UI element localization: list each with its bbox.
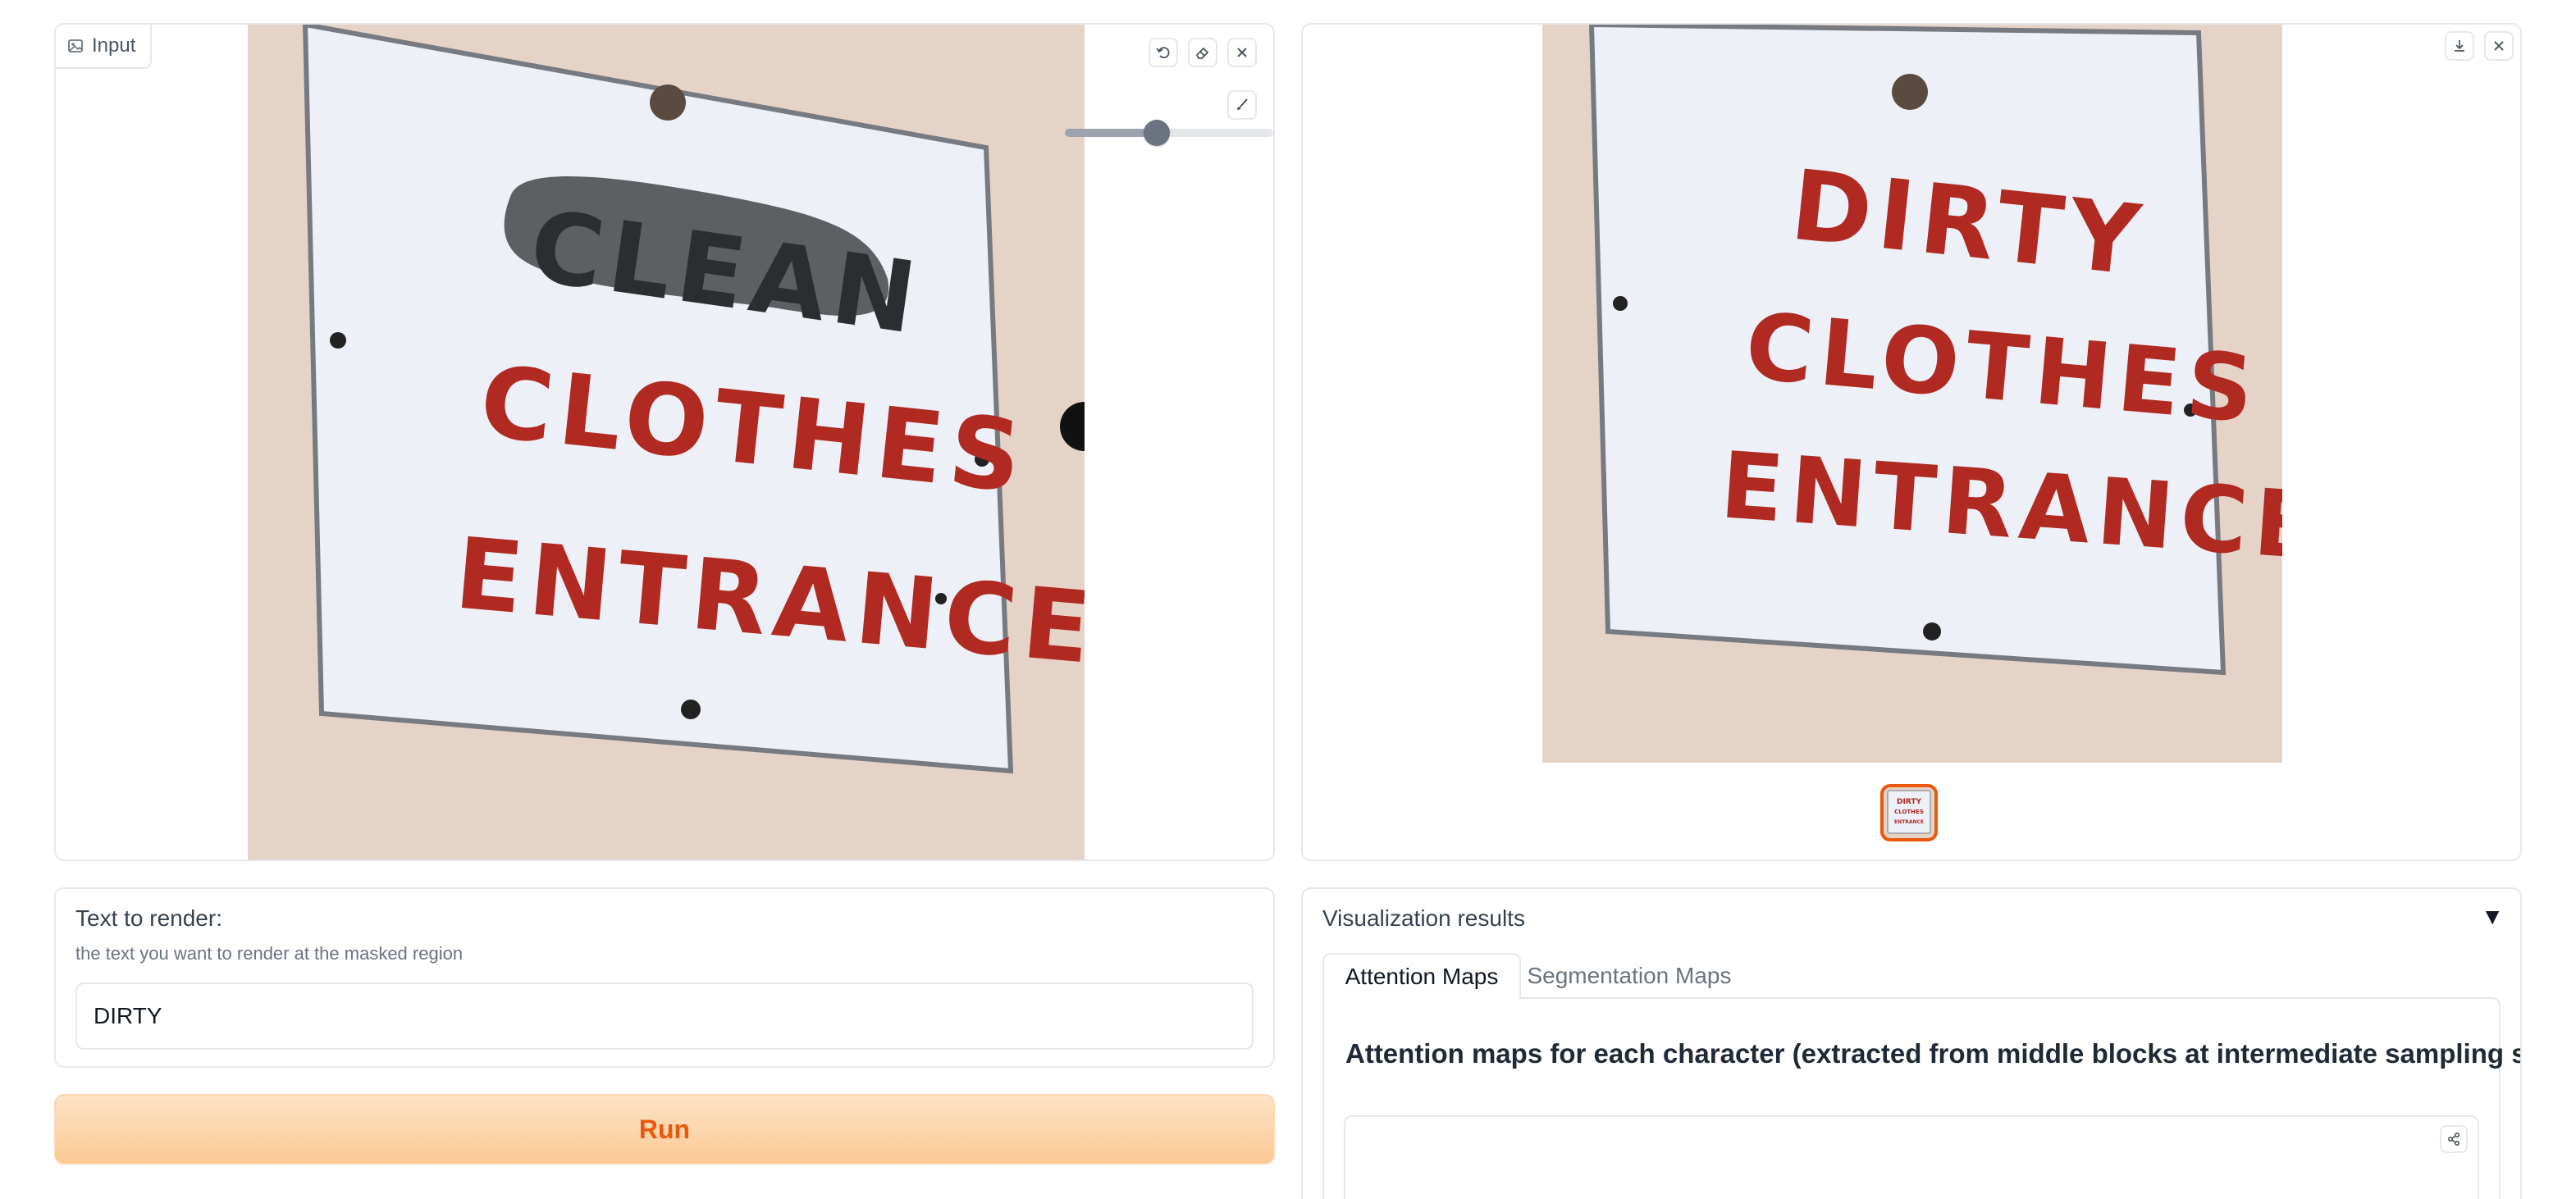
input-image-editor[interactable]: CLEAN CLOTHES ENTRANCE Input bbox=[54, 23, 1275, 861]
text-to-render-info: the text you want to render at the maske… bbox=[75, 943, 464, 964]
close-icon bbox=[1234, 44, 1250, 61]
attention-maps-plot bbox=[1344, 1115, 2479, 1199]
attention-maps-heading: Attention maps for each character (extra… bbox=[1345, 1038, 2522, 1069]
eraser-button[interactable] bbox=[1188, 38, 1217, 67]
close-icon bbox=[2491, 38, 2507, 54]
thumbnail-line-2: CLOTHES bbox=[1894, 809, 1924, 815]
thumbnail-line-1: DIRTY bbox=[1897, 798, 1921, 806]
clear-input-button[interactable] bbox=[1227, 38, 1257, 67]
thumbnail-line-3: ENTRANCE bbox=[1894, 819, 1924, 825]
text-to-render-input[interactable]: DIRTY bbox=[75, 982, 1254, 1050]
share-button[interactable] bbox=[2440, 1125, 2468, 1153]
tab-segmentation-maps[interactable]: Segmentation Maps bbox=[1524, 953, 1734, 999]
brush-size-slider[interactable] bbox=[1065, 120, 1273, 146]
output-thumbnail[interactable]: DIRTY CLOTHES ENTRANCE bbox=[1880, 784, 1938, 841]
output-image[interactable]: DIRTY CLOTHES ENTRANCE bbox=[1542, 25, 2282, 763]
attention-maps-panel: Attention maps for each character (extra… bbox=[1322, 997, 2520, 1199]
brush-button[interactable] bbox=[1227, 90, 1257, 120]
brush-icon bbox=[1234, 97, 1250, 113]
brush-size-thumb[interactable] bbox=[1143, 120, 1170, 146]
visualization-title[interactable]: Visualization results bbox=[1322, 905, 1525, 932]
tab-attention-maps[interactable]: Attention Maps bbox=[1322, 953, 1521, 999]
undo-button[interactable] bbox=[1149, 38, 1178, 67]
input-canvas-image[interactable]: CLEAN CLOTHES ENTRANCE bbox=[248, 25, 1085, 861]
visualization-accordion: Visualization results ▼ Attention Maps S… bbox=[1301, 887, 2522, 1199]
close-output-button[interactable] bbox=[2484, 31, 2514, 61]
undo-icon bbox=[1155, 44, 1172, 61]
collapse-caret-icon[interactable]: ▼ bbox=[2481, 904, 2504, 930]
image-icon bbox=[67, 38, 84, 54]
download-icon bbox=[2451, 38, 2468, 54]
run-button[interactable]: Run bbox=[54, 1094, 1275, 1165]
brush-size-fill bbox=[1065, 129, 1157, 137]
text-to-render-block: Text to render: the text you want to ren… bbox=[54, 887, 1275, 1068]
output-gallery: DIRTY CLOTHES ENTRANCE DIRTY CLOTHES ENT… bbox=[1301, 23, 2522, 861]
input-label-text: Input bbox=[92, 34, 136, 57]
text-to-render-label: Text to render: bbox=[75, 905, 222, 931]
download-button[interactable] bbox=[2445, 31, 2474, 61]
share-icon bbox=[2446, 1131, 2462, 1147]
input-label: Input bbox=[56, 25, 153, 69]
eraser-icon bbox=[1194, 44, 1211, 61]
